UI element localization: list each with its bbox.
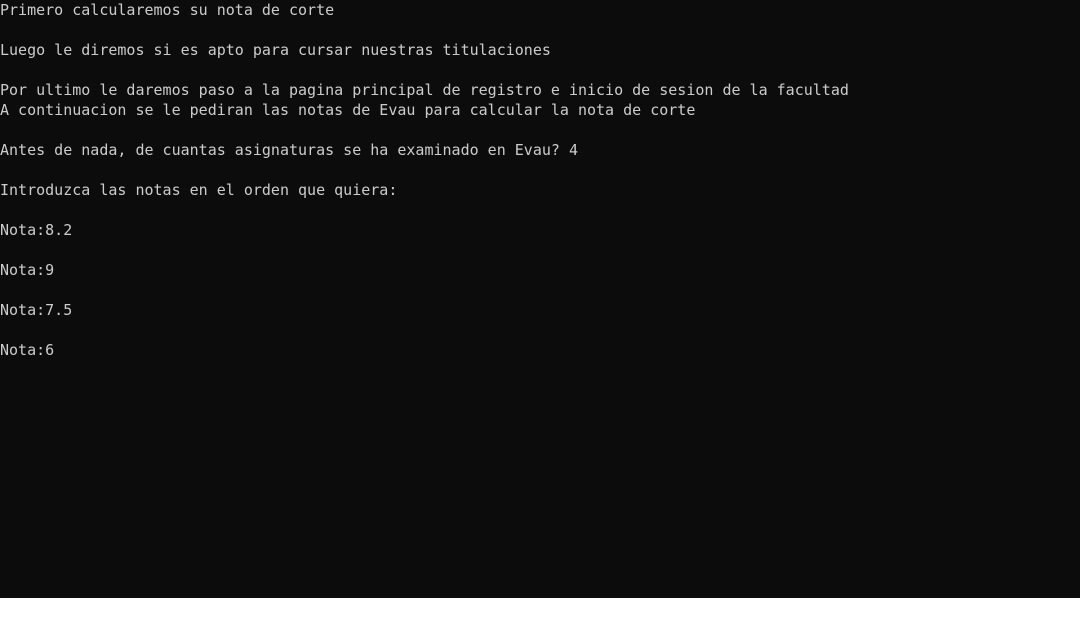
console-line: Nota:8.2: [0, 221, 73, 239]
console-window[interactable]: Primero calcularemos su nota de corte Lu…: [0, 0, 1080, 598]
console-line: A continuacion se le pediran las notas d…: [0, 101, 696, 119]
console-line: Introduzca las notas en el orden que qui…: [0, 181, 398, 199]
console-line: Luego le diremos si es apto para cursar …: [0, 41, 551, 59]
console-line: Nota:7.5: [0, 301, 73, 319]
console-line: Nota:9: [0, 261, 55, 279]
console-line: Antes de nada, de cuantas asignaturas se…: [0, 141, 578, 159]
console-output: Primero calcularemos su nota de corte Lu…: [0, 0, 1080, 360]
console-line: Nota:6: [0, 341, 55, 359]
console-line: Primero calcularemos su nota de corte: [0, 1, 335, 19]
console-line: Por ultimo le daremos paso a la pagina p…: [0, 81, 849, 99]
